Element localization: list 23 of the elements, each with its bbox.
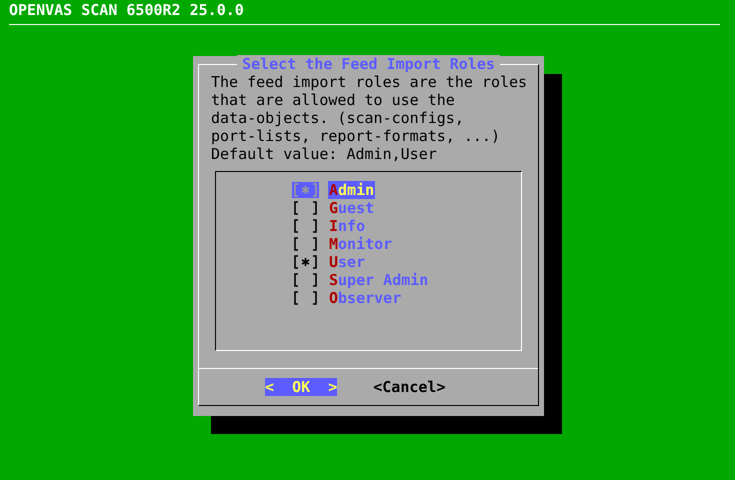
checkbox[interactable] (292, 236, 319, 252)
role-option[interactable]: Info (328, 217, 366, 235)
checkbox[interactable] (292, 272, 319, 288)
dialog-title: Select the Feed Import Roles (237, 55, 500, 73)
role-option[interactable]: User (328, 253, 366, 271)
checkbox[interactable] (292, 218, 319, 234)
role-option[interactable]: Monitor (328, 235, 394, 253)
role-option[interactable]: Observer (328, 289, 402, 307)
role-option[interactable]: Guest (328, 199, 376, 217)
role-option[interactable]: Super Admin (328, 271, 430, 289)
message-line: data-objects. (scan-configs, (211, 109, 464, 127)
role-option[interactable]: Admin (328, 181, 376, 199)
message-line: that are allowed to use the (211, 91, 455, 109)
message-line: The feed import roles are the roles (211, 73, 528, 91)
message-line: port-lists, report-formats, ...) (211, 127, 500, 145)
checkbox[interactable] (292, 290, 319, 306)
checkbox[interactable] (292, 182, 319, 198)
dialog-button[interactable]: <Cancel> (373, 378, 446, 396)
message-line: Default value: Admin,User (211, 145, 437, 163)
screen-title: OPENVAS SCAN 6500R2 25.0.0 (8, 0, 245, 19)
checkbox[interactable] (292, 254, 319, 270)
checkbox[interactable] (292, 200, 319, 216)
dialog-button[interactable]: < OK > (265, 378, 338, 396)
